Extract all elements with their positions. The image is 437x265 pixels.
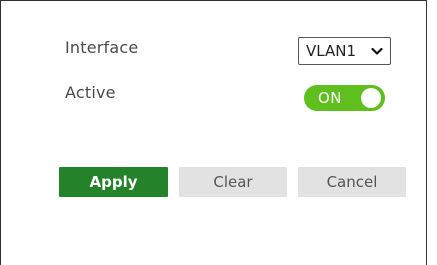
- active-toggle[interactable]: ON: [304, 85, 385, 111]
- interface-select[interactable]: VLAN1: [298, 37, 391, 65]
- settings-panel: Interface VLAN1 Active ON Apply Clear Ca…: [0, 0, 427, 265]
- toggle-knob: [361, 88, 381, 108]
- interface-select-value: VLAN1: [306, 42, 356, 60]
- cancel-button[interactable]: Cancel: [298, 167, 406, 197]
- chevron-down-icon: [371, 47, 383, 55]
- toggle-state-label: ON: [318, 89, 343, 107]
- apply-button[interactable]: Apply: [59, 167, 168, 197]
- clear-button[interactable]: Clear: [179, 167, 287, 197]
- interface-label: Interface: [65, 38, 139, 57]
- active-label: Active: [65, 83, 116, 102]
